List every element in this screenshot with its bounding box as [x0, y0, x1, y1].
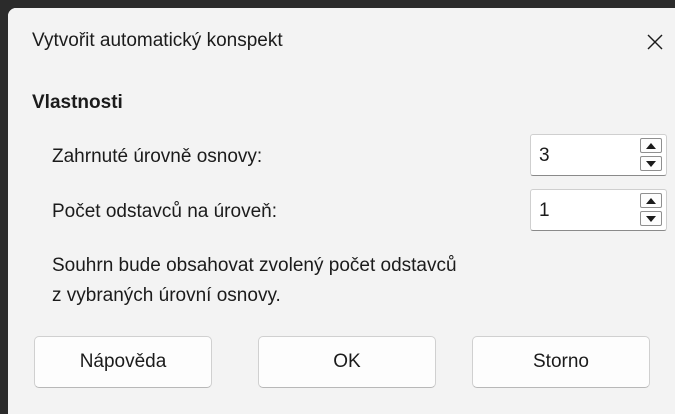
paragraphs-per-level-spinbox[interactable]: 1 — [530, 189, 667, 231]
arrow-down-icon — [646, 215, 656, 222]
arrow-up-icon — [646, 142, 656, 149]
close-button[interactable] — [635, 22, 675, 62]
paragraphs-per-level-label: Počet odstavců na úroveň: — [52, 201, 277, 222]
description-line: z vybraných úrovní osnovy. — [52, 285, 281, 306]
outline-levels-label: Zahrnuté úrovně osnovy: — [52, 146, 263, 167]
section-title: Vlastnosti — [32, 92, 123, 113]
arrow-up-icon — [646, 197, 656, 204]
autoabstract-dialog: Vytvořit automatický konspekt Vlastnosti… — [8, 8, 675, 414]
outline-levels-increment-button[interactable] — [640, 138, 662, 153]
arrow-down-icon — [646, 160, 656, 167]
close-icon — [647, 34, 663, 50]
title-bar: Vytvořit automatický konspekt — [8, 8, 675, 76]
outline-levels-decrement-button[interactable] — [640, 156, 662, 171]
dialog-title: Vytvořit automatický konspekt — [32, 30, 283, 51]
description-text: Souhrn bude obsahovat zvolený počet odst… — [52, 251, 457, 311]
ok-button[interactable]: OK — [258, 336, 436, 388]
help-button[interactable]: Nápověda — [34, 336, 212, 388]
paragraphs-per-level-value[interactable]: 1 — [539, 200, 550, 222]
paragraphs-per-level-increment-button[interactable] — [640, 193, 662, 208]
outline-levels-value[interactable]: 3 — [539, 145, 550, 167]
description-line: Souhrn bude obsahovat zvolený počet odst… — [52, 255, 457, 276]
outline-levels-spinbox[interactable]: 3 — [530, 134, 667, 176]
paragraphs-per-level-decrement-button[interactable] — [640, 211, 662, 226]
cancel-button[interactable]: Storno — [472, 336, 650, 388]
